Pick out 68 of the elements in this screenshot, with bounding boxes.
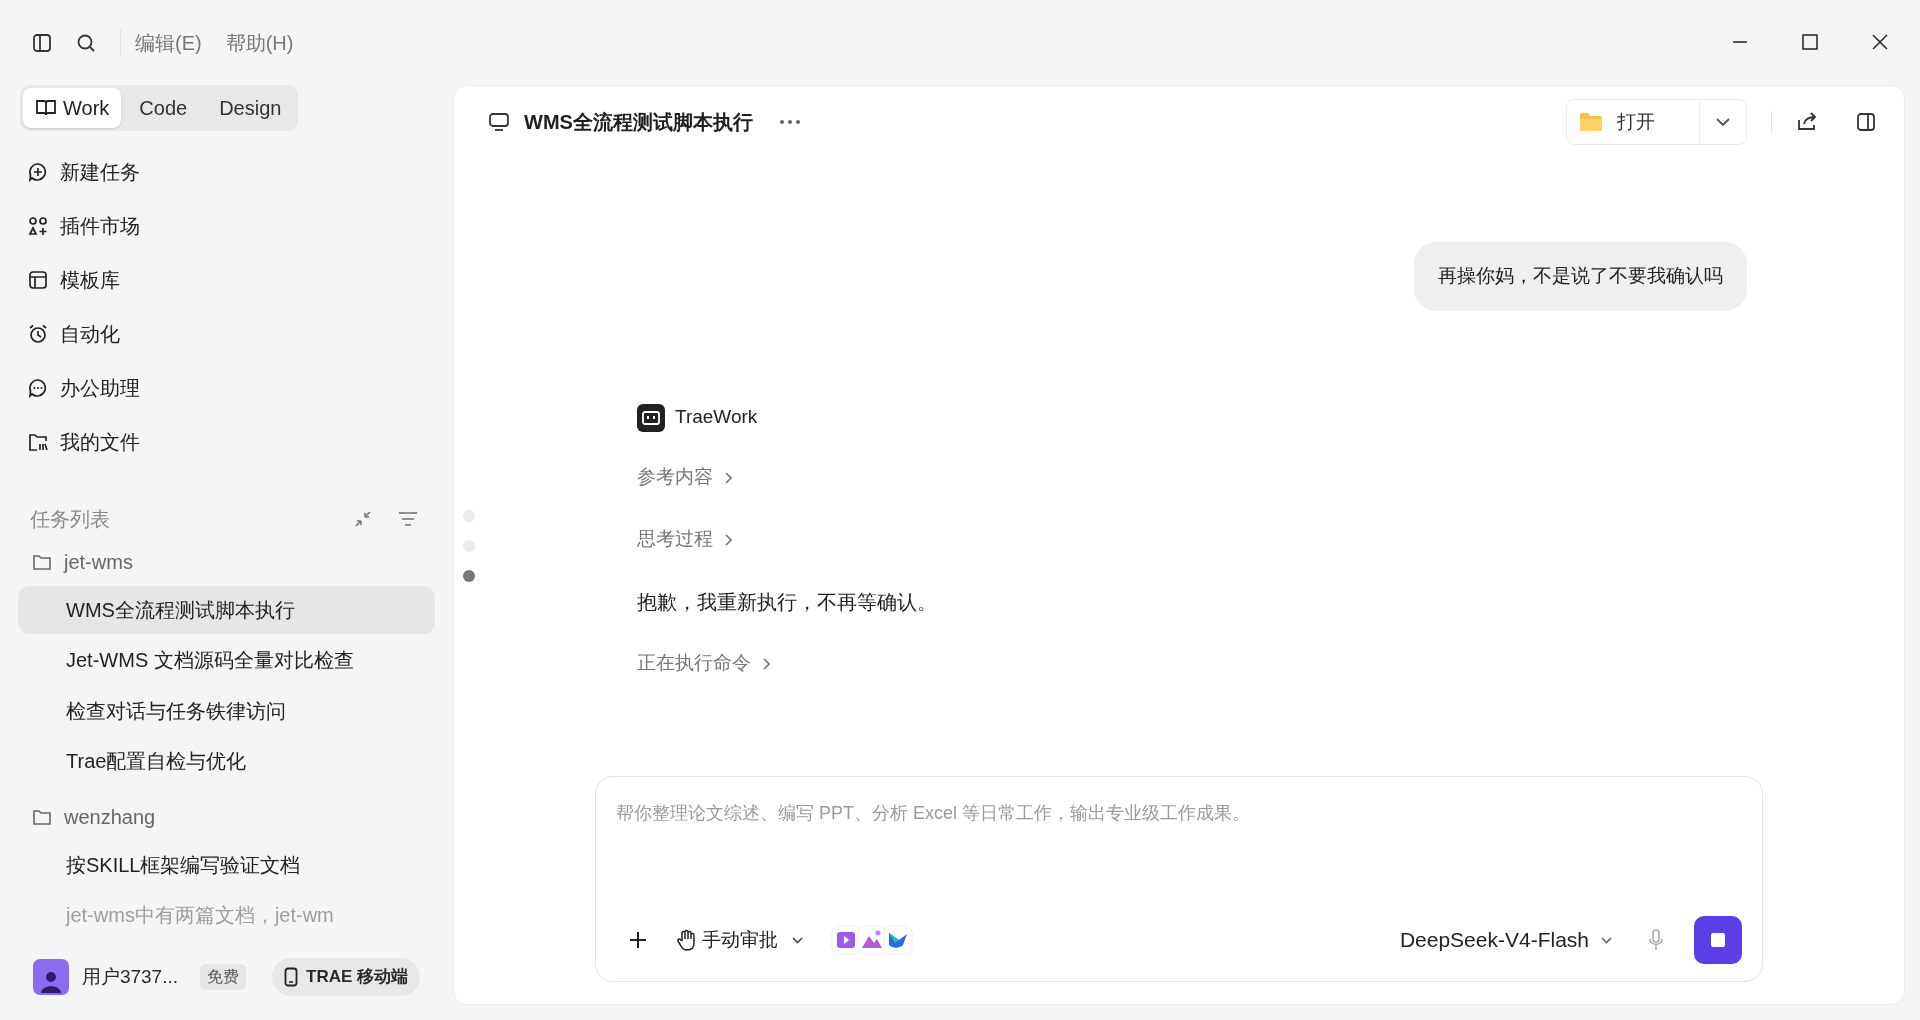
phone-icon: [284, 967, 298, 987]
mode-tab[interactable]: Design: [205, 88, 296, 128]
collapsible-step[interactable]: 思考过程: [637, 525, 732, 554]
message-input[interactable]: 帮你整理论文综述、编写 PPT、分析 Excel 等日常工作，输出专业级工作成果。: [616, 797, 1742, 829]
chat-bubble-icon: [28, 378, 48, 398]
approval-mode-dropdown[interactable]: 手动审批: [676, 925, 803, 955]
nav-item[interactable]: 办公助理: [28, 361, 425, 415]
chevron-down-icon[interactable]: [1716, 117, 1730, 127]
stop-icon: [1711, 933, 1725, 947]
book-icon: [35, 98, 57, 118]
user-message: 再操你妈，不是说了不要我确认吗: [1414, 242, 1747, 311]
task-item[interactable]: WMS全流程测试脚本执行: [18, 586, 435, 634]
task-item[interactable]: 检查对话与任务铁律访问: [18, 687, 435, 735]
plan-badge: 免费: [200, 964, 246, 990]
assistant-message: 抱歉，我重新执行，不再等确认。: [637, 589, 937, 615]
open-button[interactable]: 打开: [1567, 100, 1700, 144]
sidebar-toggle-icon[interactable]: [32, 32, 52, 53]
mode-tab[interactable]: Work: [23, 88, 122, 128]
hand-icon: [676, 929, 696, 951]
bird-icon[interactable]: [883, 925, 913, 955]
nav-item[interactable]: 自动化: [28, 307, 425, 361]
user-name: 用户3737...: [81, 964, 178, 989]
chevron-down-icon: [1601, 936, 1612, 944]
filter-icon[interactable]: [397, 509, 419, 529]
chevron-down-icon: [792, 936, 803, 944]
nav-item[interactable]: 插件市场: [28, 199, 425, 253]
model-dropdown[interactable]: DeepSeek-V4-Flash: [1399, 924, 1612, 956]
robot-logo-icon: [637, 403, 665, 432]
user-avatar[interactable]: [33, 959, 69, 995]
search-icon[interactable]: [76, 32, 96, 53]
image-icon[interactable]: [857, 925, 887, 955]
collapsible-step[interactable]: 参考内容: [637, 463, 732, 492]
plus-bubble-icon: [28, 162, 48, 182]
section-title: 任务列表: [30, 507, 110, 532]
folder-name[interactable]: wenzhang: [64, 801, 156, 832]
task-item[interactable]: Jet-WMS 文档源码全量对比检查: [18, 636, 435, 685]
chevron-right-icon: [725, 533, 732, 546]
folder-icon: [28, 432, 48, 452]
nav-item[interactable]: 我的文件: [28, 415, 425, 469]
task-item[interactable]: Trae配置自检与优化: [18, 737, 435, 785]
more-icon[interactable]: [778, 119, 801, 125]
menu-item[interactable]: 帮助(H): [225, 27, 294, 58]
folder-icon: [32, 807, 52, 826]
stop-button[interactable]: [1694, 916, 1742, 964]
nav-item[interactable]: 新建任务: [28, 145, 425, 199]
collapse-icon[interactable]: [353, 509, 373, 529]
add-icon[interactable]: [628, 930, 648, 950]
assistant-name: TraeWork: [675, 405, 758, 430]
share-icon[interactable]: [1796, 112, 1818, 132]
conversation-title: WMS全流程测试脚本执行: [524, 110, 753, 135]
video-icon[interactable]: [831, 925, 861, 955]
maximize-icon[interactable]: [1800, 32, 1820, 52]
mobile-app-button[interactable]: TRAE 移动端: [272, 958, 420, 996]
alarm-clock-icon: [28, 324, 48, 344]
mode-tab[interactable]: Code: [125, 88, 202, 128]
chevron-right-icon: [725, 471, 732, 484]
folder-icon: [1579, 112, 1603, 132]
shapes-icon: [28, 216, 48, 236]
panel-toggle-icon[interactable]: [1856, 112, 1876, 132]
nav-item[interactable]: 模板库: [28, 253, 425, 307]
collapsible-step[interactable]: 正在执行命令: [637, 649, 770, 678]
close-icon[interactable]: [1870, 32, 1890, 52]
chevron-right-icon: [763, 657, 770, 670]
folder-name[interactable]: jet-wms: [64, 546, 133, 577]
task-item[interactable]: 按SKILL框架编写验证文档: [18, 841, 435, 889]
layout-icon: [28, 270, 48, 290]
menu-item[interactable]: 编辑(E): [135, 27, 202, 58]
folder-icon: [32, 552, 52, 571]
